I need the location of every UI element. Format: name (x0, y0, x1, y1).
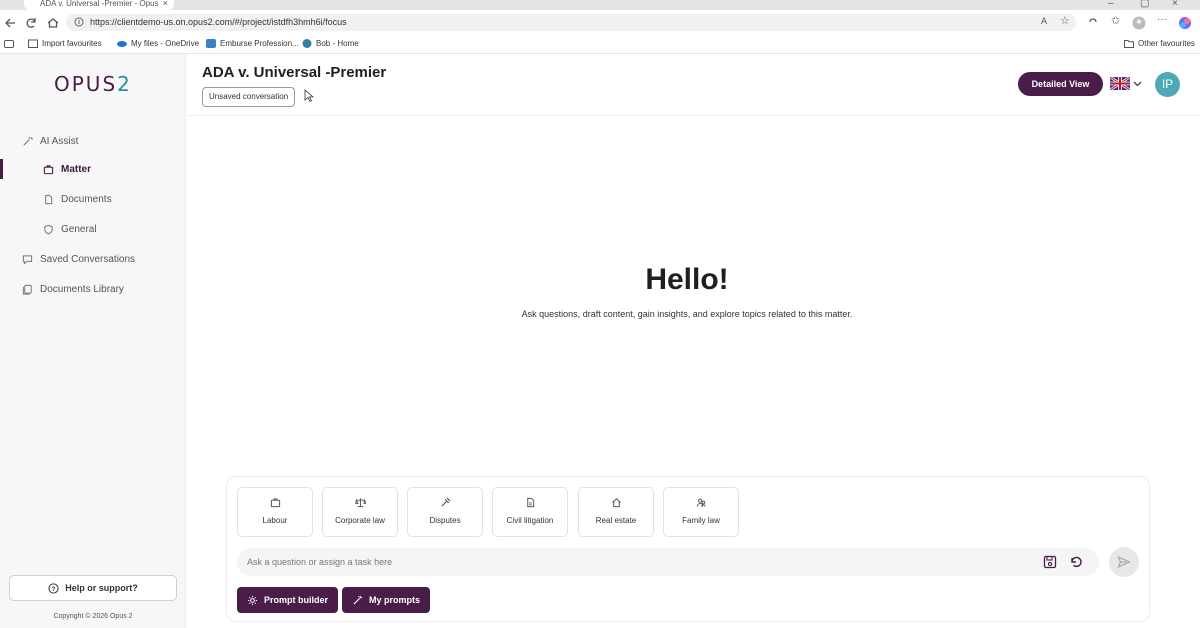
sidebar-item-saved-conversations[interactable]: Saved Conversations (22, 254, 135, 265)
chip-disputes[interactable]: Disputes (407, 487, 483, 537)
sidebar-item-documents[interactable]: Documents (43, 194, 112, 205)
my-prompts-button[interactable]: My prompts (342, 587, 431, 613)
document-icon (527, 497, 535, 508)
site-info-icon[interactable] (74, 17, 84, 27)
close-tab-icon[interactable]: × (163, 0, 168, 8)
reset-icon[interactable] (1069, 555, 1083, 569)
prompt-builder-button[interactable]: Prompt builder (237, 587, 339, 613)
page-header: ADA v. Universal -Premier Unsaved conver… (187, 54, 1200, 116)
import-icon (28, 39, 38, 48)
chip-family-law[interactable]: Family law (663, 487, 739, 537)
address-bar: https://clientdemo-us.on.opus2.com/#/pro… (0, 10, 1200, 34)
chip-civil-litigation[interactable]: Civil litigation (492, 487, 568, 537)
opus2-logo[interactable]: OPUS2 (54, 72, 132, 96)
chip-labour[interactable]: Labour (237, 487, 313, 537)
mouse-cursor-icon (304, 89, 314, 103)
sidebar-item-documents-library[interactable]: Documents Library (22, 284, 124, 295)
maximize-icon[interactable]: ▢ (1140, 0, 1149, 9)
uk-flag-icon[interactable] (1110, 77, 1130, 90)
extensions-icon[interactable] (1087, 16, 1099, 28)
bookmark-onedrive[interactable]: My files - OneDrive (117, 39, 199, 48)
help-support-button[interactable]: ? Help or support? (9, 575, 177, 601)
briefcase-icon (43, 165, 54, 175)
library-icon (22, 284, 32, 295)
collections-icon[interactable]: ✩ (1111, 14, 1120, 27)
read-aloud-icon[interactable]: A (1041, 16, 1047, 26)
bob-icon (302, 39, 312, 48)
home-icon[interactable] (46, 16, 60, 30)
save-icon[interactable] (1043, 555, 1057, 569)
folder-icon (1124, 40, 1134, 48)
refresh-icon[interactable] (24, 16, 38, 30)
sidebar-item-matter[interactable]: Matter (43, 164, 91, 175)
active-indicator (0, 159, 3, 179)
minimize-icon[interactable]: – (1108, 0, 1114, 9)
settings-icon (247, 595, 258, 605)
ask-input[interactable] (237, 548, 1099, 576)
back-icon[interactable] (4, 16, 18, 30)
onedrive-icon (117, 41, 127, 47)
house-icon (612, 498, 621, 508)
page-title: ADA v. Universal -Premier (202, 64, 387, 81)
browser-tab-strip: ADA v. Universal -Premier - Opus × – ▢ × (0, 0, 1200, 10)
browser-tab[interactable]: ADA v. Universal -Premier - Opus × (24, 0, 174, 10)
sidebar-item-general[interactable]: General (43, 224, 97, 235)
copilot-icon[interactable] (1178, 16, 1192, 30)
composer-panel: Labour Corporate law Disputes Civil liti… (226, 476, 1150, 622)
bookmark-import-favourites[interactable]: Import favourites (28, 39, 102, 48)
tab-title: ADA v. Universal -Premier - Opus (40, 0, 159, 8)
bookmarks-bar: Import favourites My files - OneDrive Em… (0, 34, 1200, 54)
copyright-text: Copyright © 2026 Opus 2 (53, 613, 133, 620)
wand-icon (23, 136, 33, 146)
hero-heading: Hello! (645, 263, 729, 296)
briefcase-icon (270, 498, 281, 508)
bookmark-emburse[interactable]: Emburse Profession... (206, 39, 299, 48)
gavel-icon (441, 497, 451, 507)
unsaved-conversation-badge[interactable]: Unsaved conversation (202, 87, 296, 107)
bookmark-bob-home[interactable]: Bob - Home (302, 39, 359, 48)
chip-corporate-law[interactable]: Corporate law (322, 487, 398, 537)
chevron-down-icon[interactable] (1133, 80, 1142, 87)
magic-wand-icon (353, 595, 363, 605)
favorite-star-icon[interactable]: ☆ (1060, 14, 1070, 27)
tab-actions-icon[interactable] (4, 40, 14, 48)
sidebar: OPUS2 AI Assist Matter Documents General… (0, 54, 186, 628)
chat-icon (22, 255, 33, 265)
shield-icon (44, 224, 53, 235)
url-field[interactable]: https://clientdemo-us.on.opus2.com/#/pro… (66, 14, 1076, 31)
send-icon (1117, 555, 1131, 569)
profile-icon[interactable] (1132, 16, 1146, 30)
document-icon (45, 194, 53, 205)
chip-real-estate[interactable]: Real estate (578, 487, 654, 537)
family-icon (696, 498, 706, 507)
scales-icon (355, 498, 366, 508)
bookmark-other-favourites[interactable]: Other favourites (1124, 39, 1195, 48)
emburse-icon (206, 39, 216, 48)
detailed-view-button[interactable]: Detailed View (1018, 72, 1103, 96)
url-text: https://clientdemo-us.on.opus2.com/#/pro… (90, 17, 347, 27)
send-button[interactable] (1109, 547, 1139, 577)
svg-text:?: ? (52, 585, 56, 592)
avatar[interactable]: IP (1155, 72, 1180, 97)
close-window-icon[interactable]: × (1172, 0, 1178, 9)
more-icon[interactable]: ··· (1157, 14, 1167, 25)
hero-subtitle: Ask questions, draft content, gain insig… (521, 309, 853, 319)
sidebar-item-ai-assist[interactable]: AI Assist (22, 136, 78, 147)
question-icon: ? (48, 582, 59, 594)
